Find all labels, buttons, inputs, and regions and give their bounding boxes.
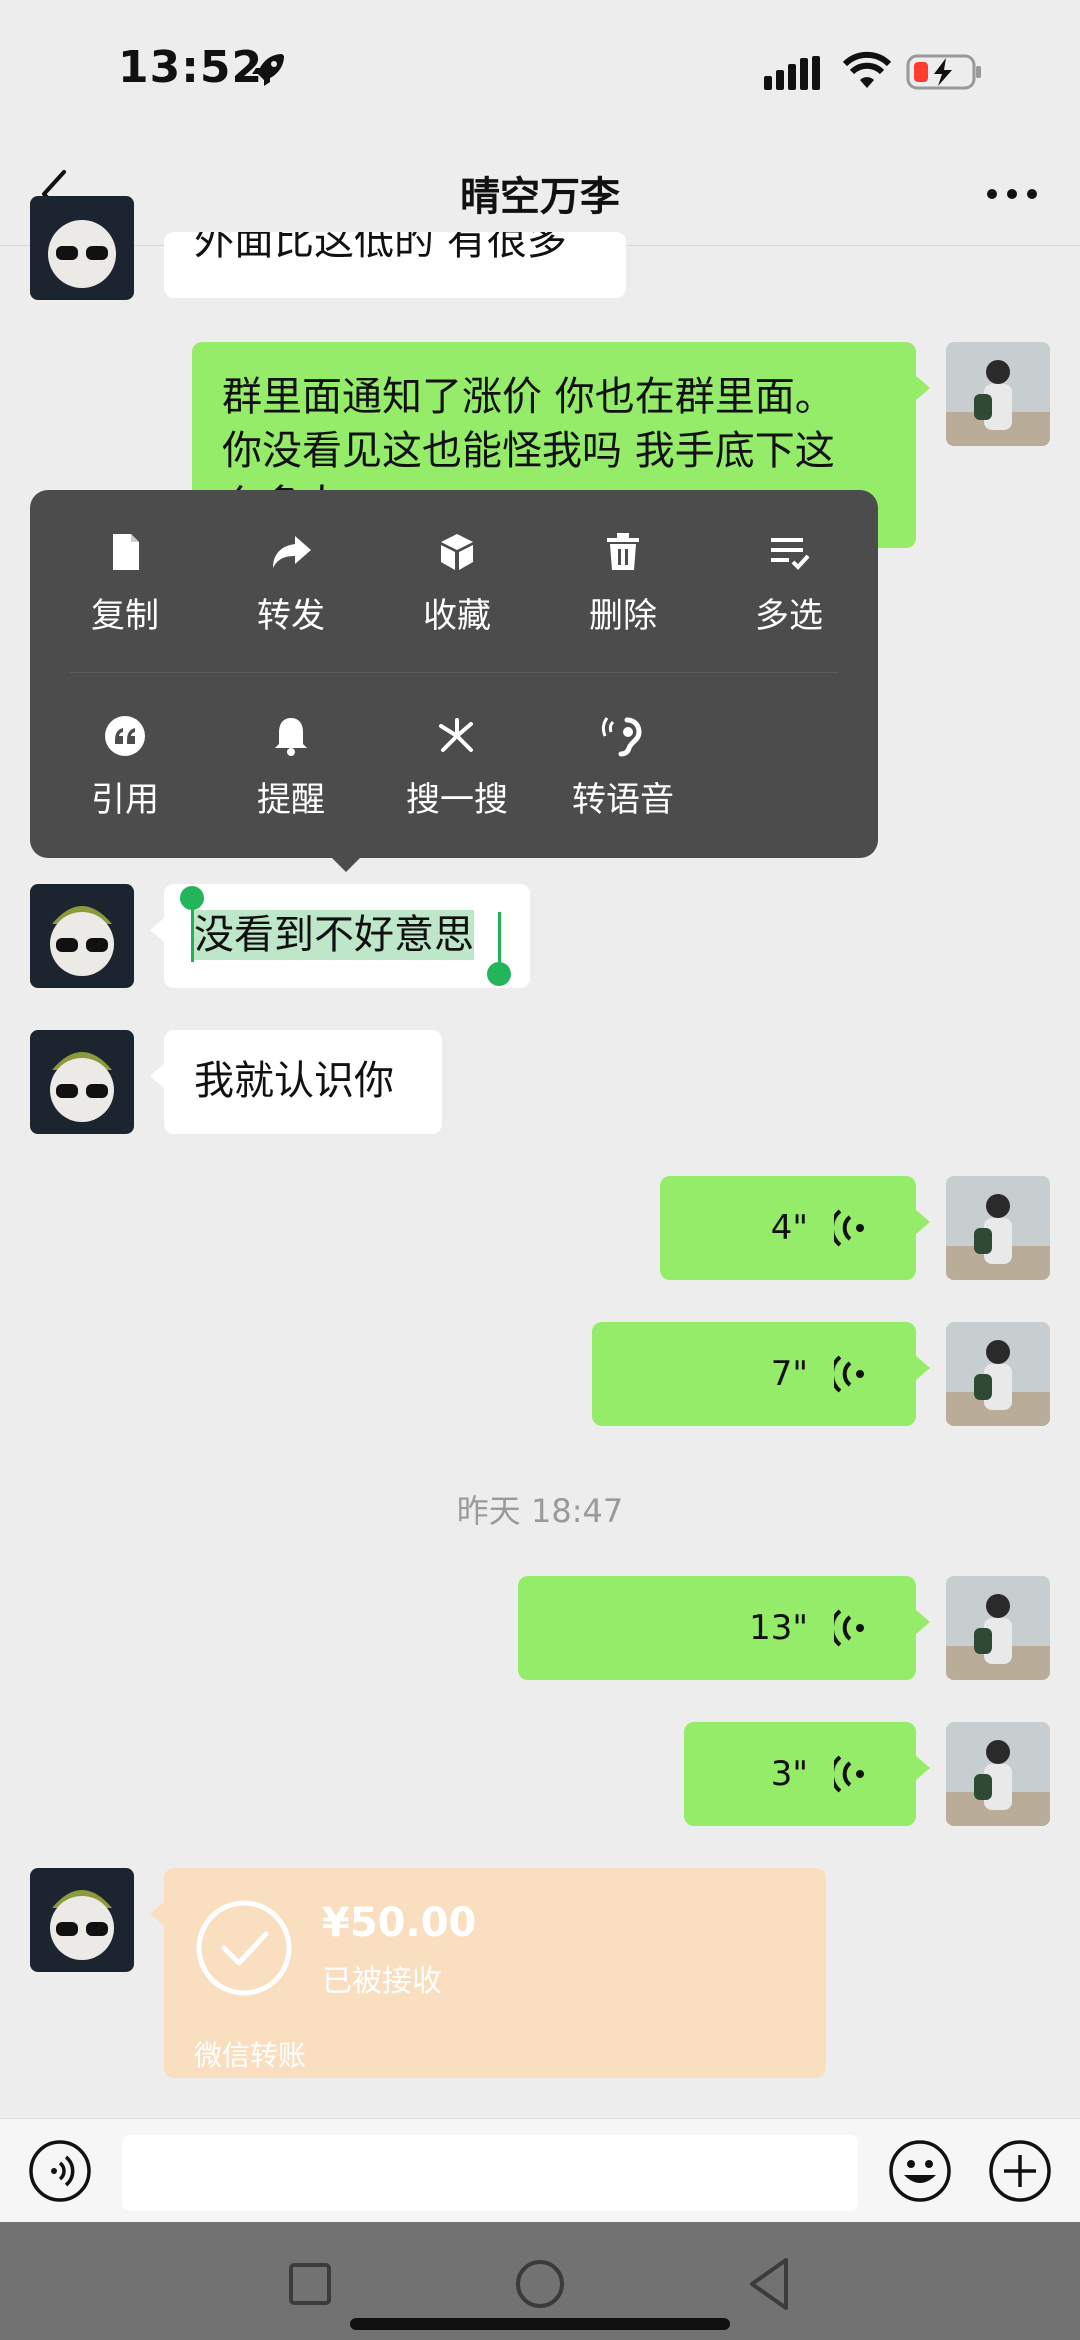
message-text: 我就认识你 [194,1058,394,1104]
menu-label: 复制 [91,596,159,636]
delete-icon [607,533,639,570]
my-avatar[interactable] [946,1722,1050,1826]
menu-label: 转语音 [572,780,674,820]
message-text-line: 群里面通知了涨价 你也在群里面。 [222,374,835,420]
message-text-line: 你没看见这也能怪我吗 我手底下这 [222,428,835,474]
contact-avatar[interactable] [30,1030,134,1134]
menu-label: 转发 [257,596,325,636]
menu-divider [70,672,838,673]
contact-avatar[interactable] [30,196,134,300]
my-avatar[interactable] [946,1576,1050,1680]
voice-wave-icon [834,1755,864,1793]
copy-icon [113,534,139,570]
home-indicator[interactable] [350,2318,730,2330]
my-avatar[interactable] [946,1176,1050,1280]
system-nav-bar [0,2222,1080,2340]
menu-item-copy[interactable]: 复制 [42,530,208,670]
menu-item-favorite[interactable]: 收藏 [374,530,540,670]
wifi-icon [842,51,892,88]
voice-wave-icon [834,1209,864,1247]
forward-icon [273,536,311,568]
my-avatar[interactable] [946,1322,1050,1426]
message-bubble-selected[interactable]: 没看到不好意思 [150,884,530,988]
multi-select-icon [771,538,810,570]
context-menu: 复制 转发 收藏 删除 多选 引用 提醒 搜一搜 转语音 [30,490,878,858]
voice-duration: 13" [749,1608,808,1648]
favorite-icon [441,534,473,570]
home-icon[interactable] [514,2258,566,2310]
menu-item-forward[interactable]: 转发 [208,530,374,670]
transfer-status: 已被接收 [322,1964,442,1999]
transfer-footer: 微信转账 [194,2039,307,2072]
input-bar [0,2118,1080,2222]
menu-item-remind[interactable]: 提醒 [208,714,374,854]
menu-label: 搜一搜 [406,780,508,820]
quote-icon [105,716,145,756]
selected-text[interactable]: 没看到不好意思 [194,910,474,960]
emoji-icon[interactable] [888,2139,952,2203]
selection-start-handle[interactable] [180,886,204,910]
chat-header: 晴空万李 [0,140,1080,246]
contact-avatar[interactable] [30,1868,134,1972]
message-timestamp: 昨天 18:47 [456,1492,624,1530]
voice-wave-icon [834,1355,864,1393]
transfer-card[interactable]: ¥50.00 已被接收 微信转账 [150,1868,826,2078]
voice-wave-icon [834,1609,864,1647]
more-icon[interactable] [980,174,1044,214]
menu-label: 提醒 [257,780,325,820]
voice-duration: 3" [770,1754,808,1794]
voice-input-icon[interactable] [28,2139,92,2203]
menu-label: 删除 [589,596,657,636]
menu-item-quote[interactable]: 引用 [42,714,208,854]
voice-duration: 4" [770,1208,808,1248]
message-bubble-incoming[interactable]: 我就认识你 [150,1030,442,1134]
menu-label: 引用 [91,780,159,820]
menu-item-delete[interactable]: 删除 [540,530,706,670]
menu-item-multi-select[interactable]: 多选 [706,530,872,670]
check-circle-icon [196,1900,292,1996]
remind-icon [275,718,307,756]
voice-message-bubble[interactable]: 4" [660,1176,930,1280]
transfer-amount: ¥50.00 [322,1900,477,1946]
menu-label: 收藏 [423,596,491,636]
chat-title: 晴空万李 [460,174,620,220]
message-text: 外面比这低的 有很多 [194,232,567,264]
message-bubble-incoming[interactable]: 外面比这低的 有很多 [164,232,626,298]
voice-duration: 7" [770,1354,808,1394]
rocket-icon [252,54,284,86]
voice-message-bubble[interactable]: 13" [518,1576,930,1680]
battery-icon [906,54,981,90]
search-search-icon [439,718,473,752]
to-voice-icon [601,717,642,757]
message-input[interactable] [122,2135,858,2211]
status-bar: 13:52 [0,0,1080,140]
menu-item-to-voice[interactable]: 转语音 [540,714,706,854]
voice-message-bubble[interactable]: 7" [592,1322,930,1426]
menu-item-search[interactable]: 搜一搜 [374,714,540,854]
system-back-icon[interactable] [746,2256,792,2312]
contact-avatar[interactable] [30,884,134,988]
status-time: 13:52 [118,42,264,93]
plus-icon[interactable] [988,2139,1052,2203]
selection-end-handle[interactable] [487,962,511,986]
signal-icon [764,56,820,90]
voice-message-bubble[interactable]: 3" [684,1722,930,1826]
my-avatar[interactable] [946,342,1050,446]
context-menu-caret [330,856,362,872]
recent-apps-icon[interactable] [288,2262,332,2306]
menu-label: 多选 [755,596,823,636]
